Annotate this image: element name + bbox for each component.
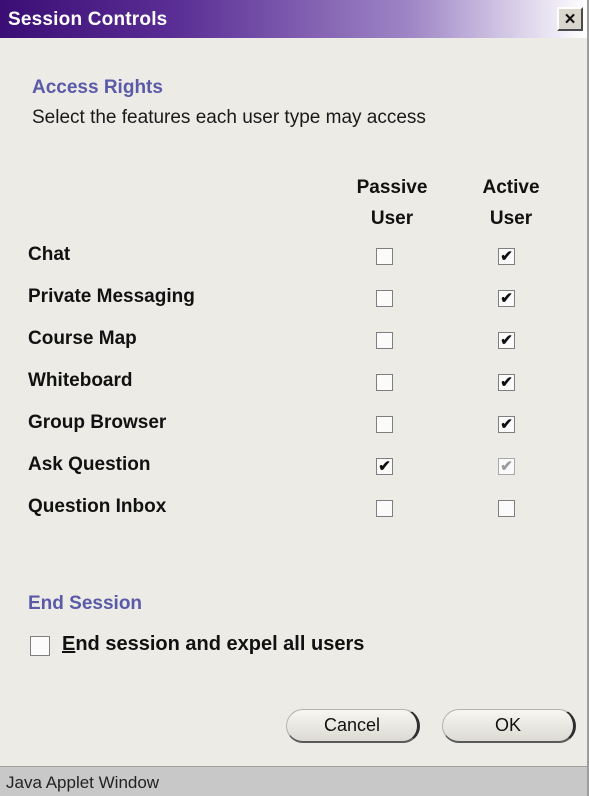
checkmark-icon: ✔ — [500, 290, 513, 307]
row-label-whiteboard: Whiteboard — [28, 370, 133, 391]
row-label-chat: Chat — [28, 244, 71, 265]
access-rights-heading: Access Rights — [32, 77, 163, 98]
active-checkbox-chat[interactable]: ✔ — [498, 248, 515, 265]
passive-user-column-header: Passive User — [337, 172, 447, 234]
active-checkbox-private-messaging[interactable]: ✔ — [498, 290, 515, 307]
session-controls-window: Session Controls × Access Rights Select … — [0, 0, 589, 796]
close-button[interactable]: × — [557, 7, 583, 31]
row-label-ask-question: Ask Question — [28, 454, 151, 475]
passive-checkbox-ask-question[interactable]: ✔ — [376, 458, 393, 475]
passive-header-line2: User — [370, 208, 414, 229]
passive-header-line1: Passive — [356, 177, 428, 198]
active-checkbox-group-browser[interactable]: ✔ — [498, 416, 515, 433]
active-checkbox-whiteboard[interactable]: ✔ — [498, 374, 515, 391]
checkmark-icon: ✔ — [378, 458, 391, 475]
checkmark-icon: ✔ — [500, 458, 513, 475]
access-rights-subtitle: Select the features each user type may a… — [32, 107, 426, 128]
row-label-question-inbox: Question Inbox — [28, 496, 167, 517]
row-label-course-map: Course Map — [28, 328, 137, 349]
passive-checkbox-private-messaging[interactable] — [376, 290, 393, 307]
end-session-heading: End Session — [28, 593, 143, 614]
checkmark-icon: ✔ — [500, 332, 513, 349]
cancel-button[interactable]: Cancel — [286, 709, 420, 743]
active-checkbox-course-map[interactable]: ✔ — [498, 332, 515, 349]
end-session-label-text: End session and expel all users — [62, 633, 365, 655]
passive-checkbox-whiteboard[interactable] — [376, 374, 393, 391]
active-user-column-header: Active User — [456, 172, 566, 234]
title-bar[interactable]: Session Controls × — [0, 0, 587, 38]
active-header-line1: Active — [482, 177, 540, 198]
close-icon: × — [564, 8, 576, 30]
end-session-checkbox[interactable] — [30, 636, 50, 656]
status-bar: Java Applet Window — [0, 766, 587, 796]
passive-checkbox-question-inbox[interactable] — [376, 500, 393, 517]
active-checkbox-ask-question: ✔ — [498, 458, 515, 475]
ok-button[interactable]: OK — [442, 709, 576, 743]
checkmark-icon: ✔ — [500, 248, 513, 265]
row-label-private-messaging: Private Messaging — [28, 286, 195, 307]
active-checkbox-question-inbox[interactable] — [498, 500, 515, 517]
checkmark-icon: ✔ — [500, 416, 513, 433]
row-label-group-browser: Group Browser — [28, 412, 167, 433]
active-header-line2: User — [489, 208, 533, 229]
checkmark-icon: ✔ — [500, 374, 513, 391]
passive-checkbox-group-browser[interactable] — [376, 416, 393, 433]
status-text: Java Applet Window — [6, 773, 160, 792]
end-session-label[interactable]: End session and expel all users — [62, 633, 364, 656]
passive-checkbox-course-map[interactable] — [376, 332, 393, 349]
passive-checkbox-chat[interactable] — [376, 248, 393, 265]
window-title: Session Controls — [8, 9, 168, 30]
